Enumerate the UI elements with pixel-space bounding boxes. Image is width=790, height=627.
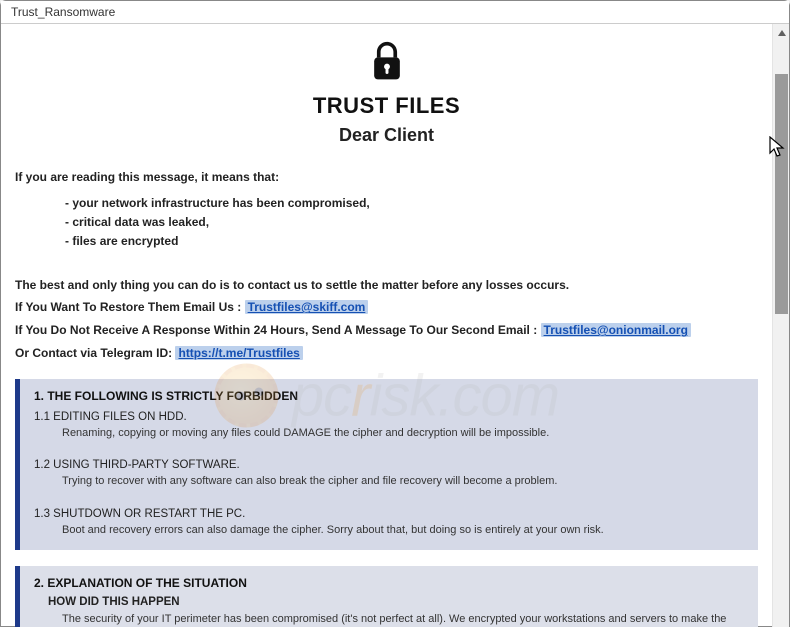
forbidden-detail: Trying to recover with any software can …: [62, 474, 744, 489]
forbidden-detail: Boot and recovery errors can also damage…: [62, 523, 744, 538]
heading-trust-files: TRUST FILES: [15, 93, 758, 119]
forbidden-heading: 1. THE FOLLOWING IS STRICTLY FORBIDDEN: [34, 389, 744, 403]
viewport: TRUST FILES Dear Client If you are readi…: [1, 24, 789, 627]
situation-box: 2. EXPLANATION OF THE SITUATION HOW DID …: [15, 566, 758, 627]
email-link-secondary[interactable]: Trustfiles@onionmail.org: [541, 323, 691, 337]
forbidden-sub: 1.2 USING THIRD-PARTY SOFTWARE.: [34, 459, 744, 471]
lock-icon: [15, 40, 758, 89]
contact-block: The best and only thing you can do is to…: [15, 274, 758, 365]
heading-dear-client: Dear Client: [15, 125, 758, 146]
document-body: TRUST FILES Dear Client If you are readi…: [1, 24, 772, 627]
contact-line: If You Want To Restore Them Email Us : T…: [15, 296, 758, 319]
forbidden-detail: Renaming, copying or moving any files co…: [62, 426, 744, 441]
bullet-item: your network infrastructure has been com…: [65, 194, 758, 213]
intro-text: If you are reading this message, it mean…: [15, 170, 758, 184]
bullet-list: your network infrastructure has been com…: [65, 194, 758, 252]
telegram-link[interactable]: https://t.me/Trustfiles: [175, 346, 302, 360]
vertical-scrollbar[interactable]: [772, 24, 789, 627]
contact-line: If You Do Not Receive A Response Within …: [15, 319, 758, 342]
contact-label: If You Do Not Receive A Response Within …: [15, 323, 541, 337]
contact-line: Or Contact via Telegram ID: https://t.me…: [15, 342, 758, 365]
situation-heading: 2. EXPLANATION OF THE SITUATION: [34, 576, 744, 590]
forbidden-sub: 1.1 EDITING FILES ON HDD.: [34, 411, 744, 423]
forbidden-sub: 1.3 SHUTDOWN OR RESTART THE PC.: [34, 508, 744, 520]
contact-line: The best and only thing you can do is to…: [15, 274, 758, 297]
contact-label: If You Want To Restore Them Email Us :: [15, 300, 245, 314]
window-frame: Trust_Ransomware TRUST FILES Dear Client…: [0, 0, 790, 627]
scroll-thumb[interactable]: [775, 74, 788, 314]
scroll-up-button[interactable]: [773, 24, 790, 41]
window-title: Trust_Ransomware: [1, 1, 789, 24]
bullet-item: critical data was leaked,: [65, 213, 758, 232]
situation-detail: The security of your IT perimeter has be…: [62, 612, 744, 627]
bullet-item: files are encrypted: [65, 232, 758, 251]
situation-sub: HOW DID THIS HAPPEN: [48, 596, 744, 608]
contact-label: Or Contact via Telegram ID:: [15, 346, 175, 360]
email-link-primary[interactable]: Trustfiles@skiff.com: [245, 300, 369, 314]
forbidden-box: 1. THE FOLLOWING IS STRICTLY FORBIDDEN 1…: [15, 379, 758, 550]
